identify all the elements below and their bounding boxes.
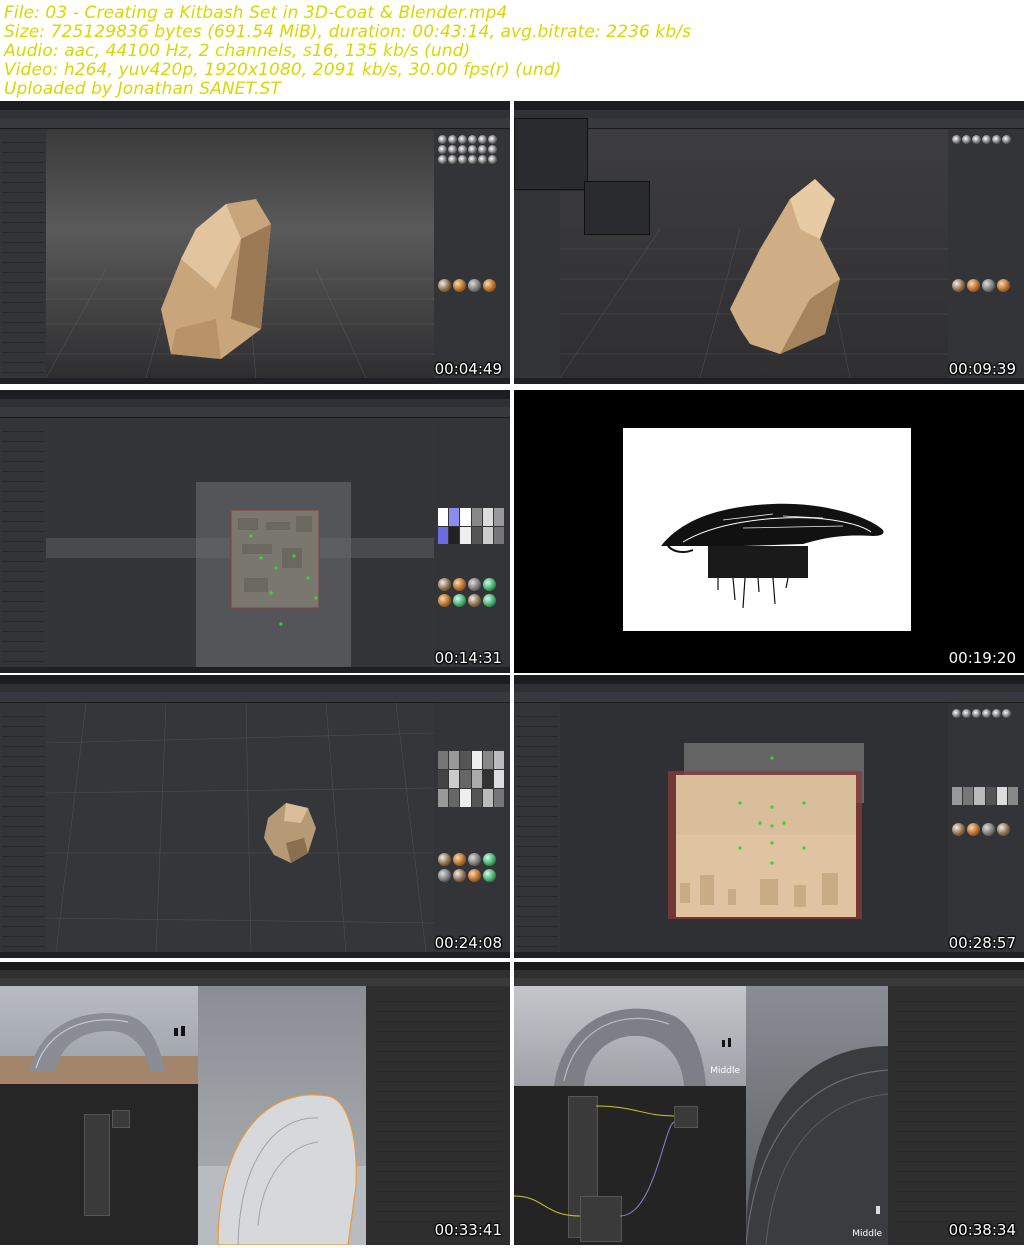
thumbnail-1[interactable]: 00:04:49 — [0, 101, 510, 384]
sketch-canvas — [623, 428, 911, 631]
toolbar — [514, 692, 1024, 703]
brushes-panel — [948, 703, 1024, 958]
status-bar — [0, 667, 510, 673]
app-titlebar — [0, 675, 510, 684]
shader-node[interactable] — [84, 1114, 110, 1216]
3d-viewport[interactable] — [560, 129, 948, 378]
tools-panel — [0, 703, 46, 958]
hull-closeup-render — [745, 1046, 889, 1245]
brush-grid[interactable] — [952, 135, 1011, 144]
material-row[interactable] — [952, 823, 1010, 836]
file-menu-dropdown[interactable] — [514, 118, 588, 191]
viewport-right[interactable] — [198, 986, 366, 1245]
toolbar — [514, 118, 1024, 129]
node-links — [514, 1105, 675, 1217]
3d-viewport[interactable] — [46, 418, 434, 667]
scene-render — [46, 482, 434, 667]
node-editor[interactable] — [0, 1084, 198, 1245]
view-label-bottom: Middle — [852, 1229, 882, 1239]
arch-render — [0, 1013, 198, 1084]
output-node[interactable] — [112, 1110, 130, 1128]
material-row[interactable] — [438, 578, 496, 591]
menu-bar — [0, 970, 510, 978]
toolbar — [0, 407, 510, 418]
timestamp: 00:04:49 — [434, 360, 502, 378]
menu-bar — [514, 970, 1024, 978]
tool-list — [2, 707, 44, 947]
scene-render — [46, 199, 434, 378]
brushes-panel — [434, 129, 510, 384]
timestamp: 00:38:34 — [948, 1221, 1016, 1239]
material-row-2[interactable] — [438, 869, 496, 882]
stencil-grid[interactable] — [438, 751, 504, 807]
toolbar — [0, 692, 510, 703]
scene-render — [46, 703, 434, 952]
thumbnail-2[interactable]: 00:09:39 — [514, 101, 1024, 384]
thumbnail-4[interactable]: 00:19:20 — [514, 390, 1024, 673]
material-row[interactable] — [438, 853, 496, 866]
thumbnail-6[interactable]: 00:28:57 — [514, 675, 1024, 958]
timestamp: 00:19:20 — [948, 649, 1016, 667]
app-titlebar — [514, 101, 1024, 110]
3d-viewport[interactable] — [46, 703, 434, 952]
material-row-2[interactable] — [438, 594, 496, 607]
timestamp: 00:33:41 — [434, 1221, 502, 1239]
properties-panel — [888, 986, 1024, 1245]
brushes-panel — [434, 703, 510, 958]
viewport-right[interactable]: Middle — [745, 986, 889, 1245]
app-titlebar — [0, 101, 510, 110]
concept-sketch-drawing — [661, 503, 884, 609]
view-label: Middle — [710, 1066, 740, 1076]
tool-list — [2, 422, 44, 662]
3d-viewport[interactable] — [560, 703, 948, 952]
timestamp: 00:09:39 — [948, 360, 1016, 378]
menu-bar — [0, 684, 510, 692]
brush-grid[interactable] — [438, 135, 497, 164]
scene-render — [560, 179, 948, 378]
status-bar — [514, 952, 1024, 958]
timestamp: 00:28:57 — [948, 934, 1016, 952]
timestamp: 00:14:31 — [434, 649, 502, 667]
tools-panel — [0, 418, 46, 673]
thumbnail-8[interactable]: Middle Middle 00:38:34 — [514, 962, 1024, 1245]
material-row[interactable] — [438, 279, 496, 292]
3d-viewport[interactable] — [46, 129, 434, 378]
stencil-grid[interactable] — [438, 508, 504, 544]
scene-render — [668, 743, 864, 919]
tool-list — [516, 707, 558, 947]
brush-grid[interactable] — [952, 709, 1011, 718]
menu-bar — [514, 684, 1024, 692]
status-bar — [0, 378, 510, 384]
tools-panel — [514, 703, 560, 958]
material-row[interactable] — [952, 279, 1010, 292]
arch-closeup-render — [198, 1094, 366, 1245]
stencil-grid[interactable] — [952, 787, 1018, 805]
export-submenu[interactable] — [584, 181, 650, 235]
node-editor[interactable] — [514, 1086, 746, 1245]
app-titlebar — [514, 675, 1024, 684]
menu-bar — [514, 110, 1024, 118]
uploader-line: Uploaded by Jonathan SANET.ST — [4, 79, 281, 99]
app-titlebar — [0, 962, 510, 970]
file-info-header: File: 03 - Creating a Kitbash Set in 3D-… — [0, 0, 1024, 100]
status-bar — [514, 378, 1024, 384]
menu-bar — [0, 110, 510, 118]
thumbnail-5[interactable]: 00:24:08 — [0, 675, 510, 958]
viewport-top-left[interactable]: Middle — [514, 986, 746, 1086]
status-bar — [0, 952, 510, 958]
thumbnail-3[interactable]: 00:14:31 — [0, 390, 510, 673]
properties-panel — [366, 986, 510, 1245]
menu-bar — [0, 399, 510, 407]
tools-panel — [0, 129, 46, 384]
toolbar — [0, 118, 510, 129]
tool-list — [2, 133, 44, 373]
thumbnail-7[interactable]: 00:33:41 — [0, 962, 510, 1245]
brushes-panel — [434, 418, 510, 673]
timestamp: 00:24:08 — [434, 934, 502, 952]
brushes-panel — [948, 129, 1024, 384]
app-titlebar — [514, 962, 1024, 970]
app-titlebar — [0, 390, 510, 399]
viewport-top-left[interactable] — [0, 986, 198, 1084]
